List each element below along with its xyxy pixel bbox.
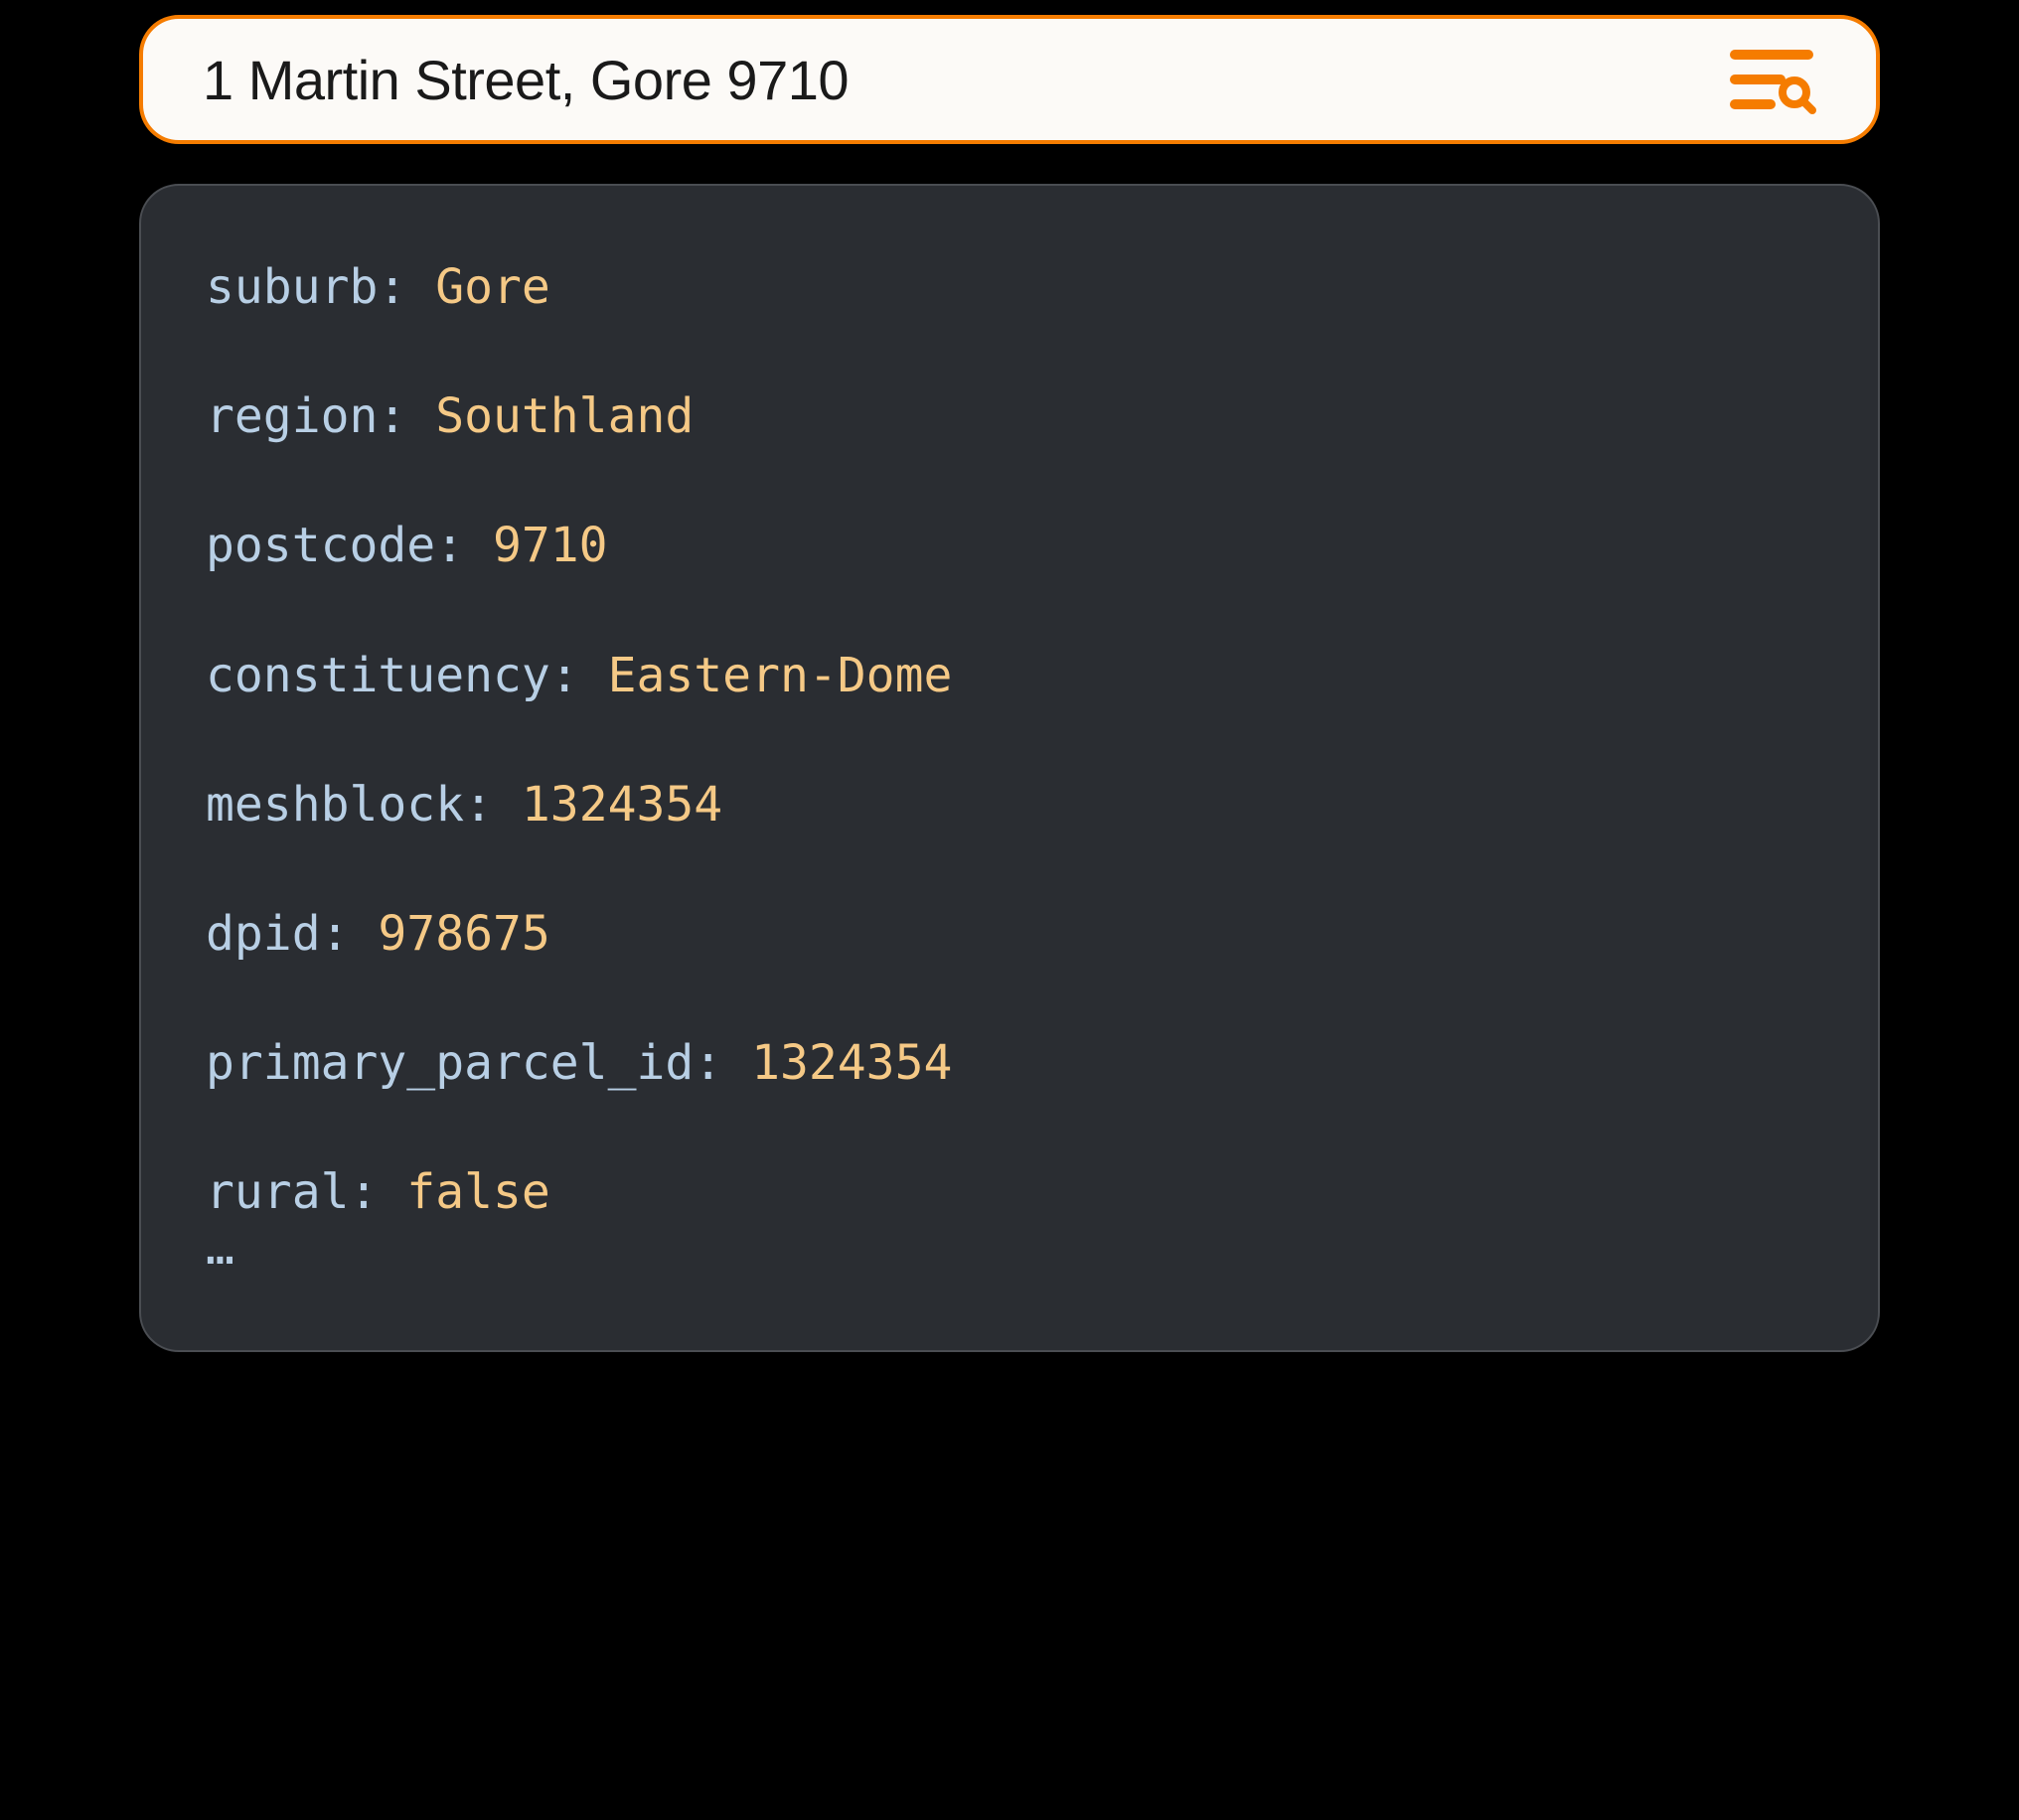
detail-colon: : <box>321 906 379 962</box>
detail-value: 9710 <box>493 518 608 573</box>
detail-key: dpid <box>206 906 321 962</box>
detail-value: false <box>406 1164 550 1220</box>
detail-key: primary_parcel_id <box>206 1035 694 1091</box>
detail-key: postcode <box>206 518 435 573</box>
detail-value: 978675 <box>378 906 549 962</box>
detail-key: suburb <box>206 259 378 315</box>
search-bar[interactable]: 1 Martin Street, Gore 9710 <box>139 15 1880 144</box>
detail-key: constituency <box>206 648 550 703</box>
detail-line-region: region: Southland <box>206 389 1813 444</box>
details-panel: suburb: Gore region: Southland postcode: 9… <box>139 184 1880 1352</box>
detail-key: region <box>206 388 378 444</box>
detail-line-constituency: constituency: Eastern-Dome <box>206 649 1813 703</box>
detail-colon: : <box>378 259 435 315</box>
detail-key: rural <box>206 1164 350 1220</box>
detail-line-dpid: dpid: 978675 <box>206 907 1813 962</box>
detail-value: 1324354 <box>522 777 722 833</box>
detail-line-primary_parcel_id: primary_parcel_id: 1324354 <box>206 1036 1813 1091</box>
detail-colon: : <box>435 518 493 573</box>
ellipsis: … <box>206 1220 234 1276</box>
detail-value: 1324354 <box>751 1035 952 1091</box>
detail-line-rural: rural: false <box>206 1165 1813 1220</box>
detail-value: Eastern-Dome <box>608 648 953 703</box>
ellipsis-line: … <box>206 1221 1813 1276</box>
list-search-icon[interactable] <box>1727 45 1816 114</box>
search-input-text[interactable]: 1 Martin Street, Gore 9710 <box>203 48 849 112</box>
detail-line-postcode: postcode: 9710 <box>206 519 1813 573</box>
detail-colon: : <box>550 648 608 703</box>
detail-colon: : <box>694 1035 751 1091</box>
detail-colon: : <box>378 388 435 444</box>
detail-line-meshblock: meshblock: 1324354 <box>206 778 1813 833</box>
detail-line-suburb: suburb: Gore <box>206 260 1813 315</box>
detail-value: Southland <box>435 388 694 444</box>
detail-value: Gore <box>435 259 550 315</box>
detail-key: meshblock <box>206 777 464 833</box>
detail-colon: : <box>350 1164 407 1220</box>
detail-colon: : <box>464 777 522 833</box>
